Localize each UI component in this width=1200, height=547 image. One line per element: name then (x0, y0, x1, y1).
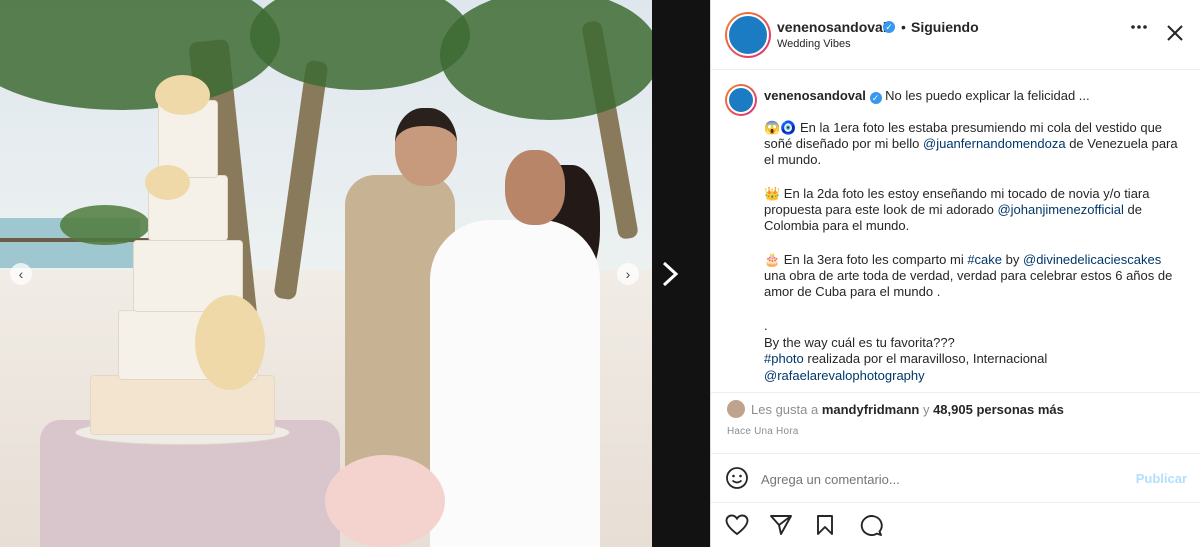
comment-bar: Publicar (711, 453, 1200, 503)
header-username[interactable]: venenosandoval (777, 19, 887, 35)
chevron-left-icon[interactable]: ‹ (10, 263, 32, 285)
likes-summary: Les gusta a mandyfridmann y 48,905 perso… (751, 402, 1064, 417)
caption-question: By the way cuál es tu favorita??? (764, 335, 955, 350)
bride-head (505, 150, 565, 225)
groom-head (395, 108, 457, 186)
post-side-panel: venenosandoval ✓ • Siguiendo Wedding Vib… (710, 0, 1200, 547)
caption-username[interactable]: venenosandoval (764, 88, 866, 103)
post-header: venenosandoval ✓ • Siguiendo Wedding Vib… (711, 0, 1200, 70)
cake-tier (90, 375, 275, 435)
share-icon[interactable] (769, 514, 793, 536)
chevron-right-icon[interactable]: › (617, 263, 639, 285)
cake-flowers (145, 165, 190, 200)
bride-dress (430, 220, 600, 547)
avatar[interactable] (725, 12, 771, 58)
bouquet (325, 455, 445, 547)
caption-photo-credit: #photo realizada por el maravilloso, Int… (764, 351, 1184, 367)
caption-text: realizada por el maravilloso, Internacio… (803, 351, 1048, 366)
more-options-icon[interactable] (1131, 24, 1147, 30)
caption-first: No les puedo explicar la felicidad ... (885, 88, 1090, 103)
post-timestamp[interactable]: Hace Una Hora (727, 426, 799, 437)
likes-count[interactable]: 48,905 personas más (933, 402, 1064, 417)
verified-badge-icon: ✓ (869, 92, 882, 104)
close-icon[interactable] (1166, 24, 1184, 42)
divider (711, 392, 1200, 393)
caption-photographer: @rafaelarevalophotography (764, 368, 1184, 384)
caption-avatar[interactable] (725, 84, 757, 116)
likes-mid: y (919, 402, 934, 417)
caption-first-line: venenosandoval ✓ No les puedo explicar l… (764, 88, 1184, 104)
heart-icon[interactable] (725, 514, 749, 536)
hashtag-link[interactable]: #photo (764, 351, 804, 366)
verified-badge-icon: ✓ (883, 21, 895, 33)
likes-prefix: Les gusta a (751, 402, 822, 417)
chevron-right-icon (662, 261, 679, 287)
caption-paragraph-1: 😱🧿 En la 1era foto les estaba presumiend… (764, 120, 1184, 168)
instagram-post-modal: ‹ › venenosandoval ✓ • Siguiendo Wedding… (0, 0, 1200, 547)
comment-input[interactable] (761, 468, 1091, 490)
post-photo[interactable]: ‹ › (0, 0, 652, 547)
follow-status[interactable]: Siguiendo (911, 19, 979, 35)
caption-text: by (1002, 252, 1023, 267)
liker-avatar[interactable] (727, 400, 745, 418)
caption-text: una obra de arte toda de verdad, verdad … (764, 268, 1173, 299)
caption-paragraph-3: 🎂 En la 3era foto les comparto mi #cake … (764, 252, 1184, 300)
caption-text: 🎂 En la 3era foto les comparto mi (764, 252, 968, 267)
hashtag-link[interactable]: #cake (967, 252, 1002, 267)
caption-paragraph-2: 👑 En la 2da foto les estoy enseñando mi … (764, 186, 1184, 234)
bush (60, 205, 150, 245)
mention-link[interactable]: @divinedelicaciescakes (1023, 252, 1161, 267)
mention-link[interactable]: @juanfernandomendoza (923, 136, 1066, 151)
liker-username[interactable]: mandyfridmann (822, 402, 920, 417)
bookmark-icon[interactable] (815, 514, 835, 536)
cake-flowers (155, 75, 210, 115)
cake-flowers (195, 295, 265, 390)
mention-link[interactable]: @rafaelarevalophotography (764, 368, 925, 383)
publish-button[interactable]: Publicar (1136, 471, 1187, 486)
comment-icon[interactable] (859, 514, 883, 536)
caption-dot: . (764, 318, 768, 333)
mention-link[interactable]: @johanjimenezofficial (997, 202, 1123, 217)
separator-dot: • (901, 19, 906, 35)
emoji-icon[interactable] (725, 466, 749, 490)
next-post-arrow[interactable] (660, 260, 680, 288)
location[interactable]: Wedding Vibes (777, 38, 851, 50)
